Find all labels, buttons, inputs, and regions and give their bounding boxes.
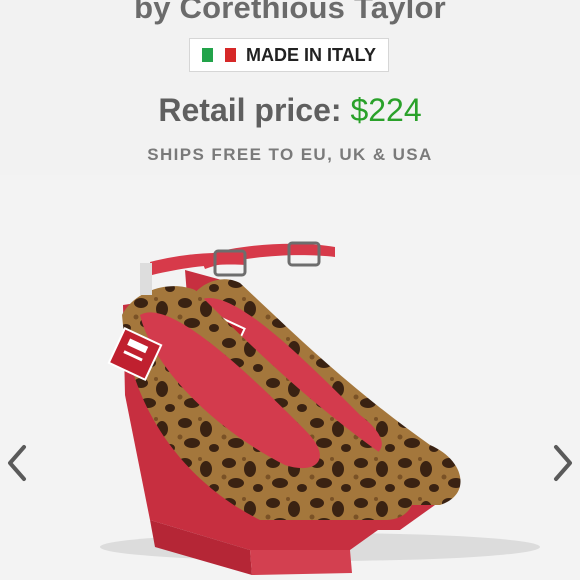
- chevron-left-icon: [8, 445, 26, 481]
- chevron-right-icon: [554, 445, 572, 481]
- origin-label: MADE IN ITALY: [245, 44, 376, 65]
- made-in-italy-badge: MADE IN ITALY: [189, 38, 389, 72]
- product-image: [100, 241, 540, 575]
- retail-price: Retail price: $224: [0, 92, 580, 129]
- italy-flag-icon: [201, 48, 236, 62]
- shipping-info: SHIPS FREE TO EU, UK & USA: [147, 145, 433, 164]
- price-value: $224: [350, 92, 422, 128]
- prev-image-button[interactable]: [0, 438, 36, 488]
- price-label: Retail price:: [158, 92, 342, 128]
- designer-subtitle: by Corethious Taylor: [134, 0, 446, 25]
- next-image-button[interactable]: [544, 438, 580, 488]
- product-header: by Corethious Taylor MADE IN ITALY Retai…: [0, 0, 580, 175]
- product-image-gallery[interactable]: [0, 175, 580, 580]
